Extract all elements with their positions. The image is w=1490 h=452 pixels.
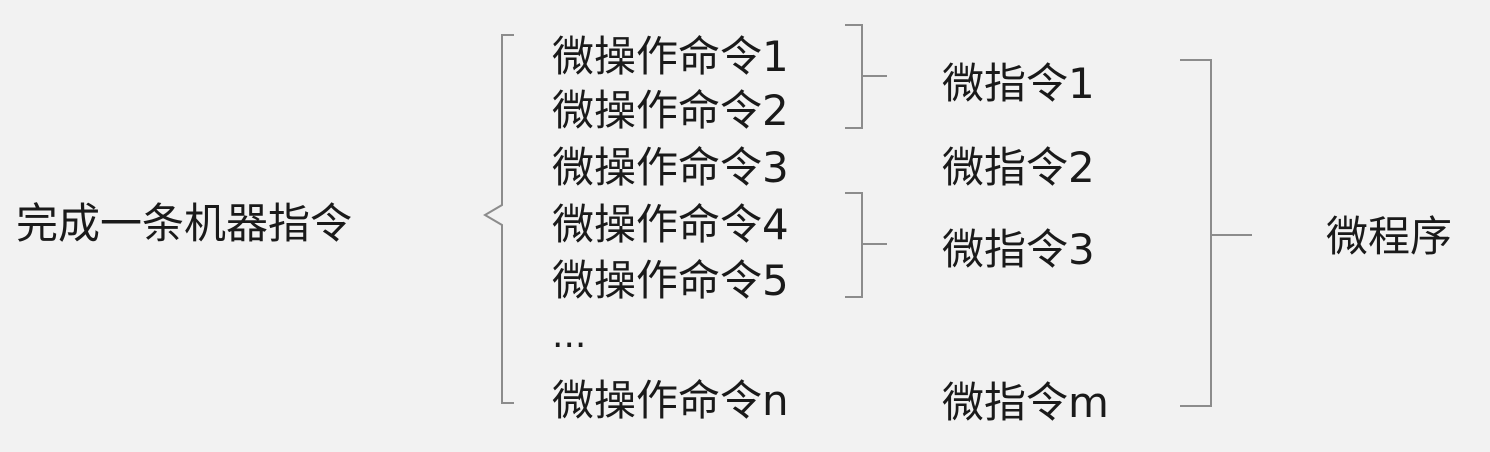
micro-instr-1: 微指令1 [942,59,1095,108]
micro-instr-3: 微指令3 [942,225,1095,274]
micro-op-n: 微操作命令n [552,376,789,425]
right-brace [1180,59,1252,407]
micro-instr-m: 微指令m [942,378,1109,427]
micro-instr-2: 微指令2 [942,143,1095,192]
left-label: 完成一条机器指令 [16,199,353,248]
right-label: 微程序 [1326,212,1453,261]
micro-op-ellipsis: ... [552,315,587,356]
micro-op-5: 微操作命令5 [552,256,789,305]
micro-op-4: 微操作命令4 [552,200,789,249]
brace-ops-4-5 [845,192,887,298]
micro-op-1: 微操作命令1 [552,32,789,81]
micro-op-2: 微操作命令2 [552,86,789,135]
brace-ops-1-2 [845,24,887,129]
diagram-canvas: 完成一条机器指令 微操作命令1 微操作命令2 微操作命令3 微操作命令4 微操作… [0,0,1490,452]
left-brace [483,34,514,404]
micro-op-3: 微操作命令3 [552,143,789,192]
